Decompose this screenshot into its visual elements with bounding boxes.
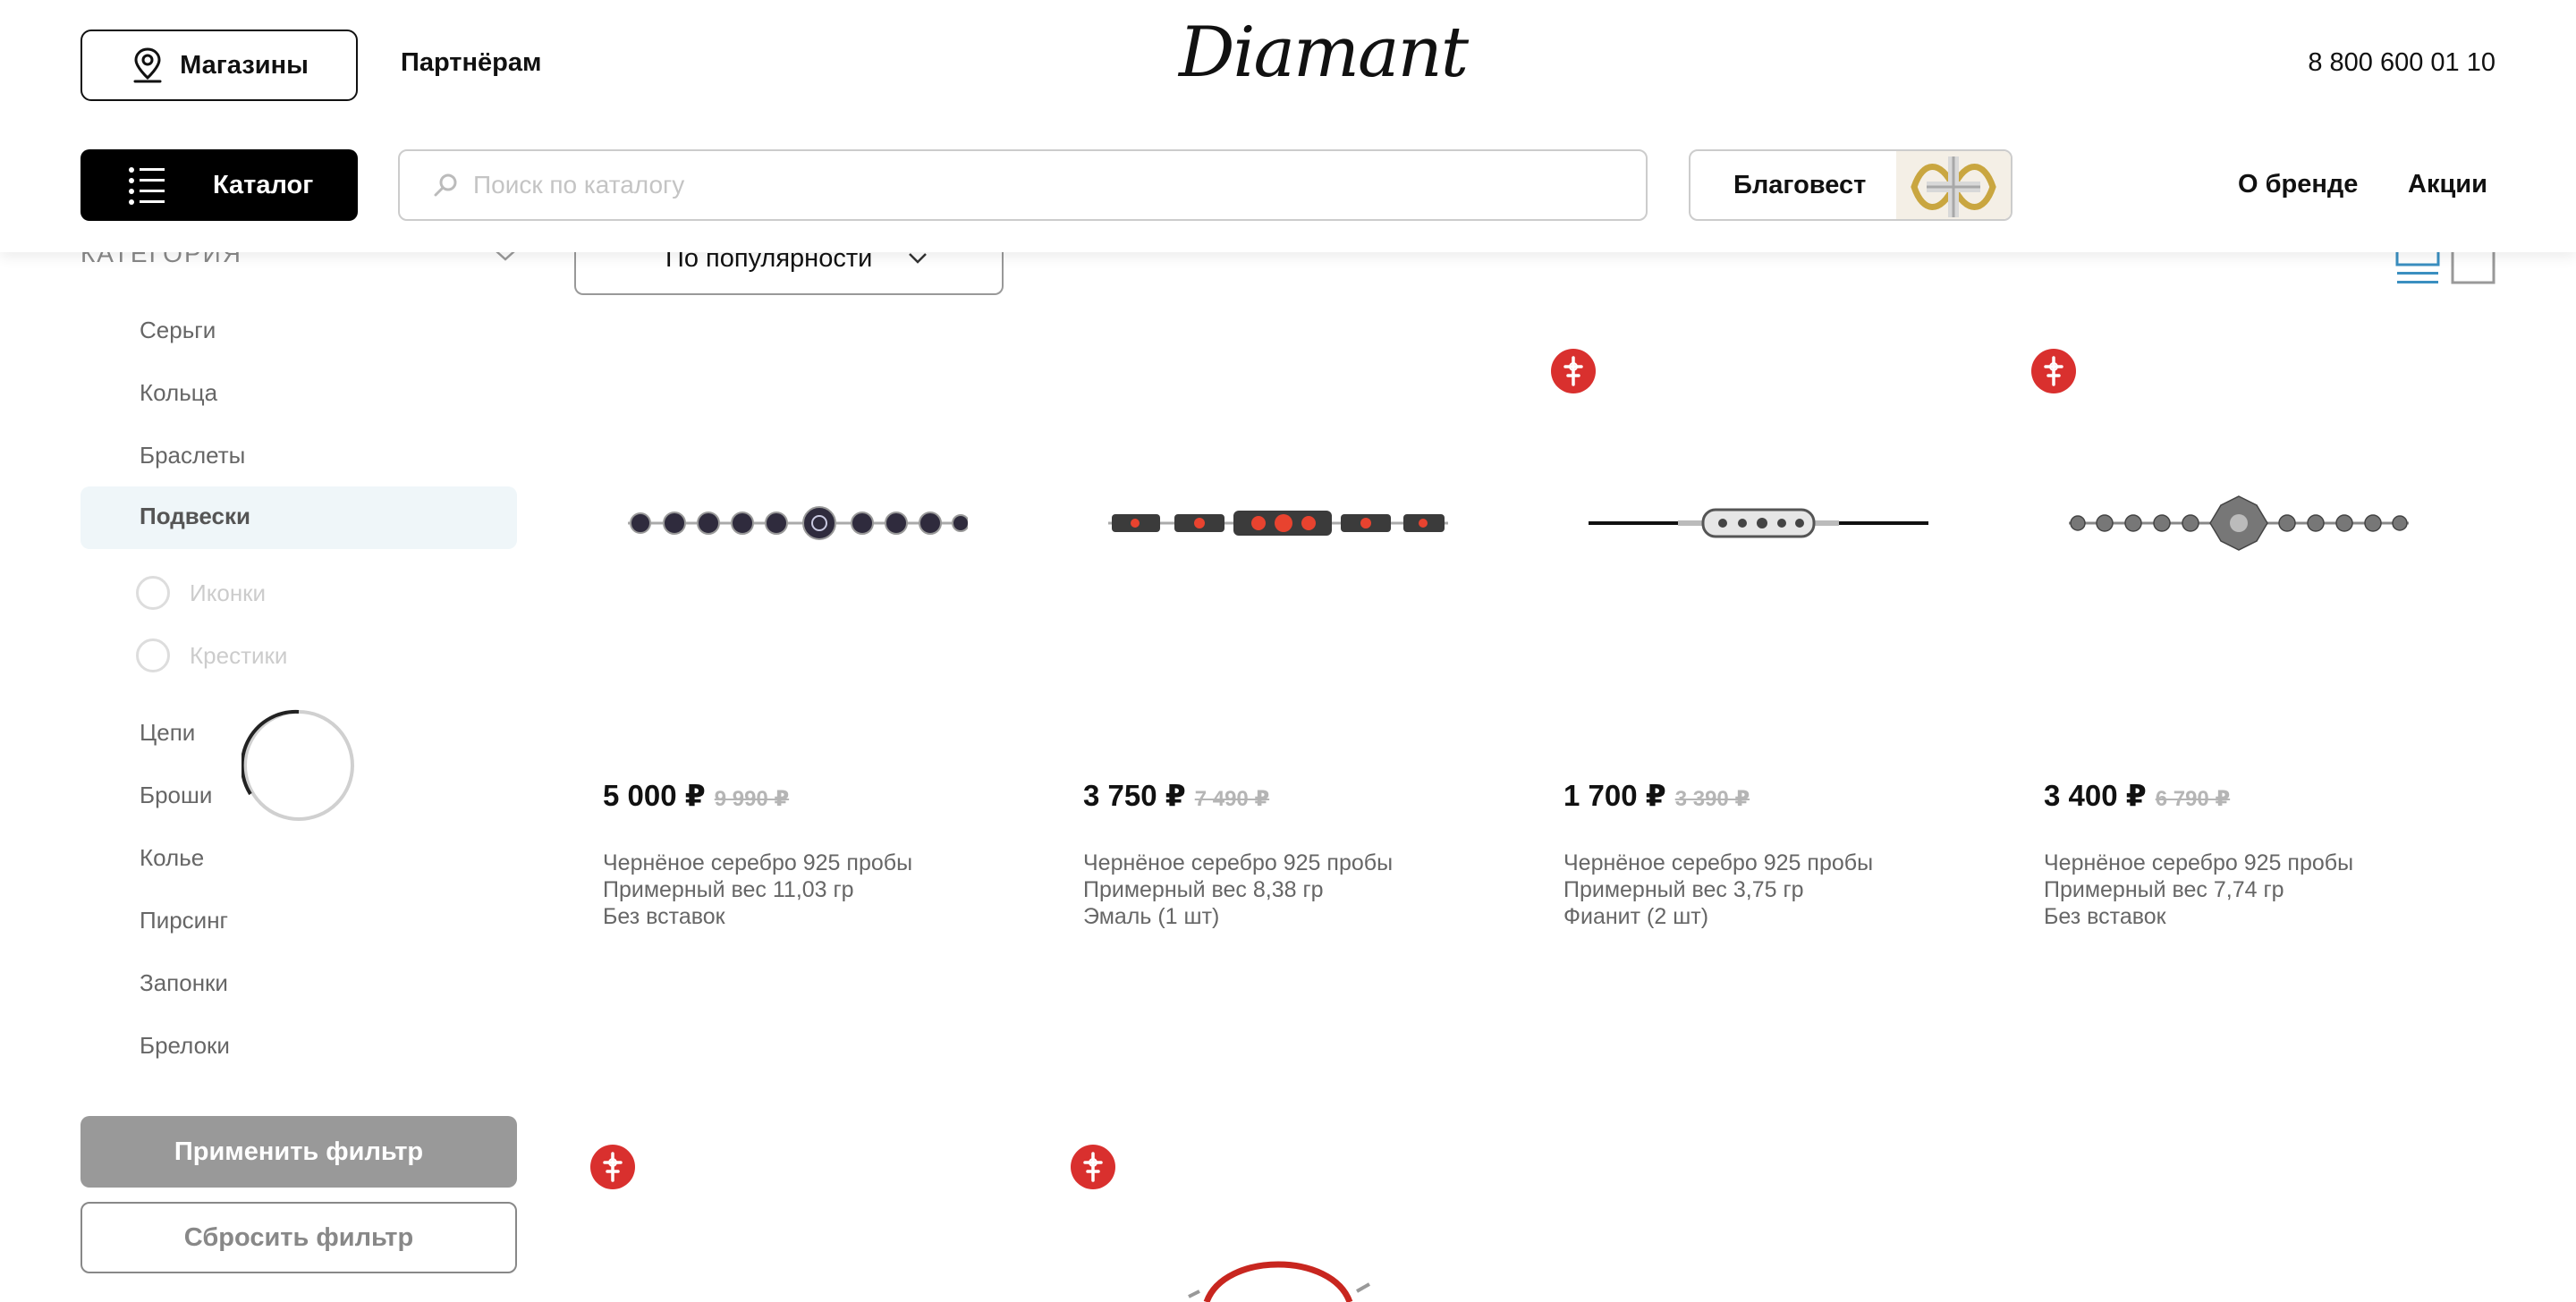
price-block: 5 000 ₽ 9 990 ₽ [603, 778, 789, 813]
promo-label: Благовест [1733, 170, 1867, 199]
orthodox-cross-badge [1071, 1145, 1115, 1189]
category-brooches[interactable]: Броши [140, 782, 212, 809]
product-weight: Примерный вес 11,03 гр [603, 877, 854, 902]
category-bracelets[interactable]: Браслеты [140, 442, 245, 469]
cross-icon [2044, 356, 2063, 386]
product-image-bracelet-enamel [1108, 511, 1448, 536]
product-weight: Примерный вес 3,75 гр [1563, 877, 1804, 902]
site-header: Магазины Партнёрам Diamant 8 800 600 01 … [0, 0, 2576, 252]
radio-button[interactable] [136, 576, 170, 610]
nav-about-brand[interactable]: О бренде [2238, 170, 2358, 199]
product-weight: Примерный вес 8,38 гр [1083, 877, 1324, 902]
subcategory-icons[interactable]: Иконки [136, 576, 266, 610]
product-image-bracelet-filigree [2069, 495, 2409, 551]
phone-number[interactable]: 8 800 600 01 10 [2308, 48, 2496, 78]
price-old: 3 390 ₽ [1674, 787, 1750, 811]
cross-icon [1563, 356, 1583, 386]
product-material: Чернёное серебро 925 пробы [2044, 850, 2354, 875]
brand-logo[interactable]: Diamant [1179, 13, 1469, 93]
product-card[interactable] [1055, 1127, 1502, 1302]
product-inserts: Без вставок [2044, 904, 2166, 929]
orthodox-cross-badge [2031, 349, 2076, 393]
loading-spinner-icon [242, 709, 354, 821]
price-current: 1 700 ₽ [1563, 779, 1666, 812]
product-image-bracelet-cord [1589, 508, 1928, 538]
category-pendants[interactable]: Подвески [140, 503, 250, 530]
nav-sales[interactable]: Акции [2408, 170, 2487, 199]
subcategory-label: Крестики [190, 641, 288, 669]
chevron-down-icon [909, 253, 928, 264]
map-pin-icon [133, 47, 162, 83]
product-description: Чернёное серебро 925 пробы Примерный вес… [1083, 850, 1393, 930]
product-card[interactable]: 1 700 ₽ 3 390 ₽ Чернёное серебро 925 про… [1535, 331, 1982, 1064]
product-description: Чернёное серебро 925 пробы Примерный вес… [603, 850, 912, 930]
price-current: 5 000 ₽ [603, 779, 706, 812]
product-material: Чернёное серебро 925 пробы [1563, 850, 1874, 875]
product-material: Чернёное серебро 925 пробы [1083, 850, 1394, 875]
price-current: 3 400 ₽ [2044, 779, 2147, 812]
price-block: 1 700 ₽ 3 390 ₽ [1563, 778, 1750, 813]
product-card[interactable] [574, 1127, 1021, 1302]
product-inserts: Эмаль (1 шт) [1083, 904, 1220, 929]
product-description: Чернёное серебро 925 пробы Примерный вес… [2044, 850, 2353, 930]
price-block: 3 400 ₽ 6 790 ₽ [2044, 778, 2230, 813]
category-piercing[interactable]: Пирсинг [140, 907, 228, 934]
promo-blagovest[interactable]: Благовест [1689, 149, 2012, 221]
price-old: 9 990 ₽ [714, 787, 790, 811]
category-cufflinks[interactable]: Запонки [140, 969, 228, 997]
category-earrings[interactable]: Серьги [140, 317, 216, 344]
product-card[interactable]: 3 400 ₽ 6 790 ₽ Чернёное серебро 925 про… [2015, 331, 2462, 1064]
orthodox-cross-badge [1551, 349, 1596, 393]
cross-pendant-image [1896, 151, 2011, 219]
cross-icon [603, 1152, 623, 1182]
apply-filter-button[interactable]: Применить фильтр [80, 1116, 517, 1188]
stores-button[interactable]: Магазины [80, 30, 358, 101]
search-bar[interactable] [398, 149, 1648, 221]
cross-icon [1083, 1152, 1103, 1182]
price-old: 6 790 ₽ [2155, 787, 2231, 811]
category-necklaces[interactable]: Колье [140, 844, 204, 872]
product-card[interactable]: 3 750 ₽ 7 490 ₽ Чернёное серебро 925 про… [1055, 331, 1502, 1064]
category-chains[interactable]: Цепи [140, 719, 195, 747]
search-icon [434, 173, 457, 197]
orthodox-cross-badge [590, 1145, 635, 1189]
subcategory-label: Иконки [190, 579, 267, 606]
menu-list-icon [129, 167, 165, 205]
product-inserts: Фианит (2 шт) [1563, 904, 1709, 929]
radio-button[interactable] [136, 638, 170, 672]
price-current: 3 750 ₽ [1083, 779, 1186, 812]
product-weight: Примерный вес 7,74 гр [2044, 877, 2284, 902]
catalog-button[interactable]: Каталог [80, 149, 358, 221]
reset-filter-button[interactable]: Сбросить фильтр [80, 1202, 517, 1273]
product-material: Чернёное серебро 925 пробы [603, 850, 913, 875]
category-rings[interactable]: Кольца [140, 379, 217, 407]
price-old: 7 490 ₽ [1194, 787, 1270, 811]
product-description: Чернёное серебро 925 пробы Примерный вес… [1563, 850, 1873, 930]
search-input[interactable] [473, 171, 1546, 199]
product-inserts: Без вставок [603, 904, 725, 929]
catalog-label: Каталог [213, 170, 314, 199]
category-keychains[interactable]: Брелоки [140, 1032, 230, 1060]
product-image-red-cord [1188, 1261, 1370, 1302]
price-block: 3 750 ₽ 7 490 ₽ [1083, 778, 1269, 813]
subcategory-crosses[interactable]: Крестики [136, 638, 287, 672]
product-image-bracelet-beads [628, 506, 968, 540]
partners-link[interactable]: Партнёрам [401, 48, 541, 78]
stores-label: Магазины [180, 50, 309, 80]
product-card[interactable]: 5 000 ₽ 9 990 ₽ Чернёное серебро 925 про… [574, 331, 1021, 1064]
